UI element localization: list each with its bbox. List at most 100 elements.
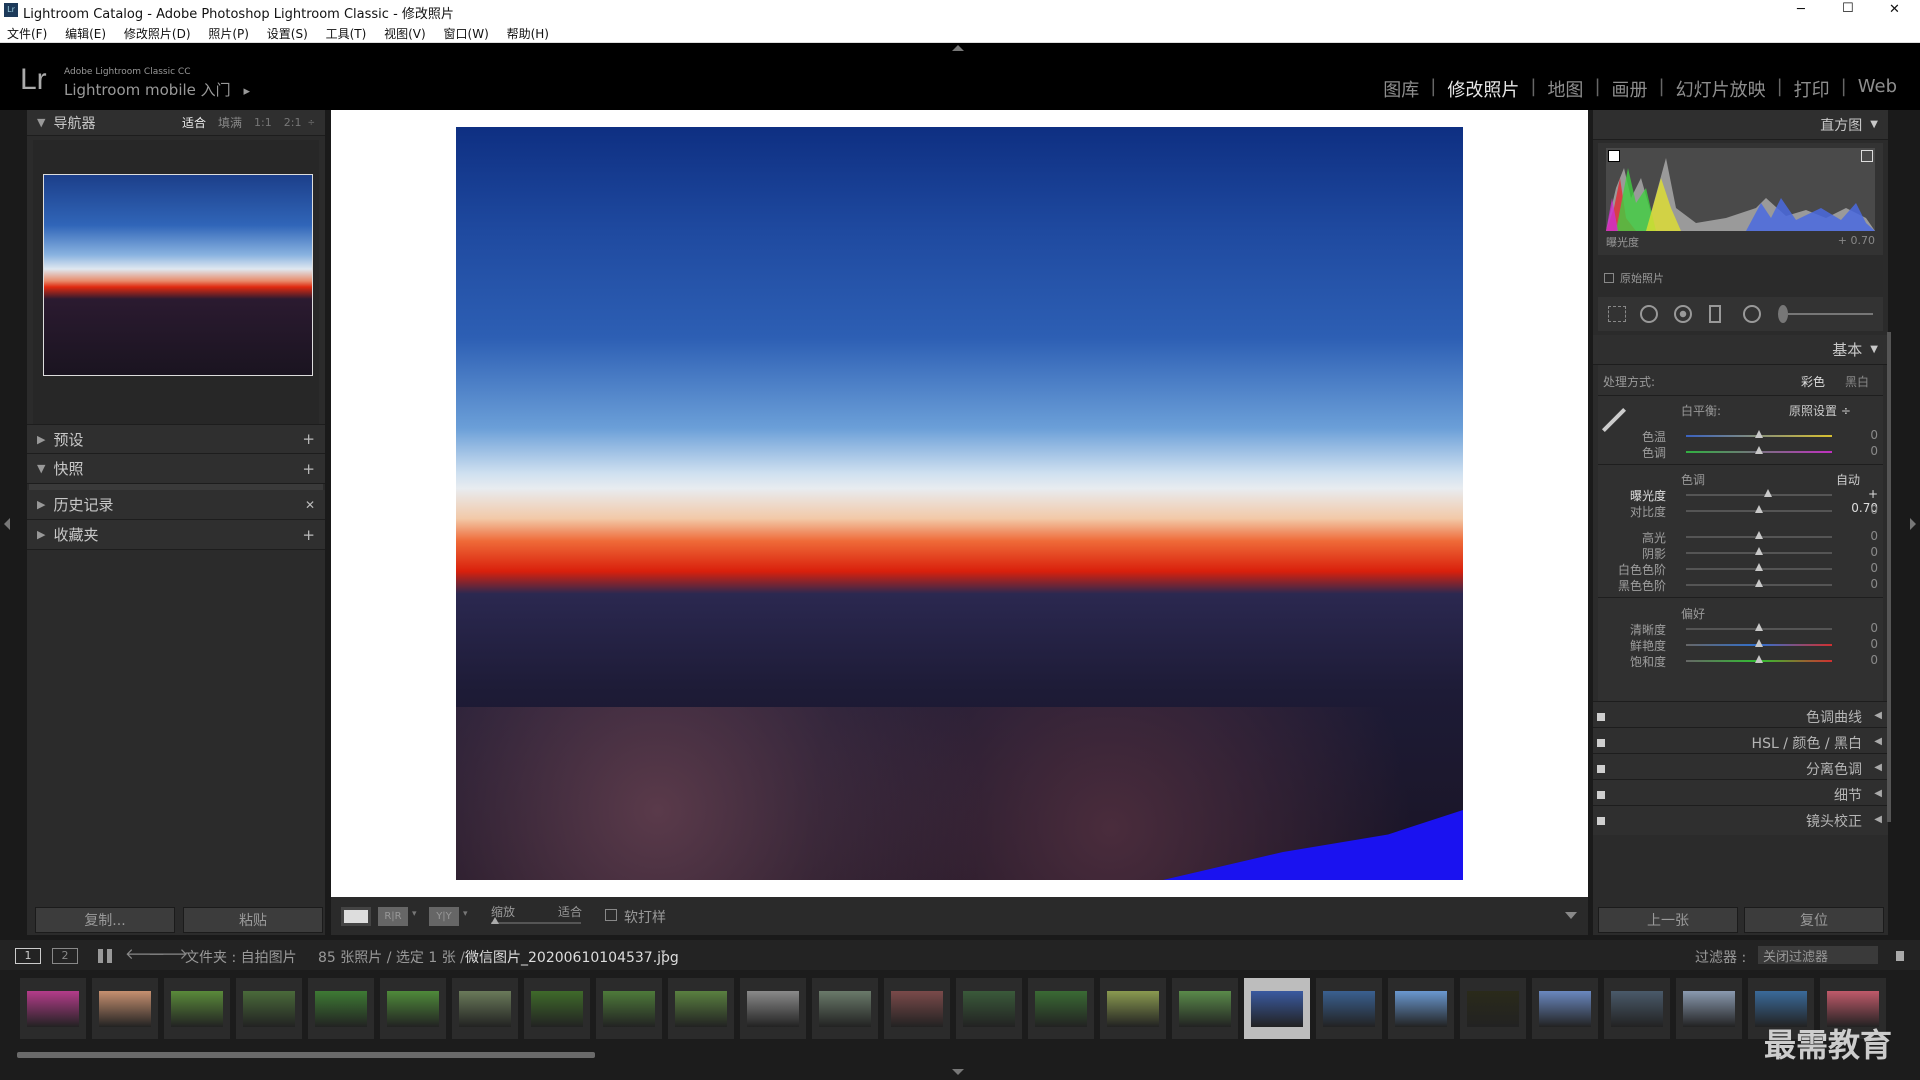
- red-eye-tool-icon[interactable]: [1674, 305, 1692, 323]
- menu-develop[interactable]: 修改照片(D): [124, 27, 191, 41]
- slider-saturation[interactable]: 饱和度 0: [1598, 653, 1878, 669]
- right-scrollbar[interactable]: [1887, 332, 1891, 822]
- module-slideshow[interactable]: 幻灯片放映: [1665, 76, 1777, 102]
- filmstrip-thumbnail[interactable]: [524, 978, 590, 1039]
- paste-button[interactable]: 粘贴: [183, 907, 323, 933]
- slider-knob[interactable]: [1755, 639, 1763, 647]
- panel-toggle-icon[interactable]: [1597, 791, 1605, 799]
- wb-dropdown[interactable]: 原照设置 ÷: [1789, 402, 1851, 419]
- panel-toggle-icon[interactable]: [1597, 739, 1605, 747]
- close-button[interactable]: ✕: [1889, 2, 1900, 17]
- menu-view[interactable]: 视图(V): [384, 27, 426, 41]
- slider-knob[interactable]: [1755, 547, 1763, 555]
- second-window-button[interactable]: 2: [52, 948, 78, 964]
- right-panel-toggle-icon[interactable]: [1910, 518, 1916, 530]
- slider-vibrance[interactable]: 鲜艳度 0: [1598, 637, 1878, 653]
- slider-knob[interactable]: [1755, 446, 1763, 454]
- filmstrip-scrollbar[interactable]: [17, 1052, 595, 1058]
- add-collection-icon[interactable]: +: [302, 526, 315, 544]
- module-library[interactable]: 图库: [1372, 76, 1430, 102]
- filmstrip-thumbnail[interactable]: [20, 978, 86, 1039]
- filmstrip-thumbnail[interactable]: [1676, 978, 1742, 1039]
- filmstrip-thumbnail[interactable]: [956, 978, 1022, 1039]
- before-after-menu-icon[interactable]: ▾: [412, 909, 417, 919]
- current-filename[interactable]: 微信图片_20200610104537.jpg: [465, 947, 679, 967]
- module-web[interactable]: Web: [1847, 76, 1908, 102]
- histogram-header[interactable]: 直方图 ▼: [1593, 110, 1888, 140]
- filename-dropdown-icon[interactable]: ▾: [661, 948, 666, 958]
- zoom-slider-knob[interactable]: [491, 917, 499, 924]
- filter-lock-icon[interactable]: [1896, 951, 1904, 961]
- menu-edit[interactable]: 编辑(E): [65, 27, 106, 41]
- minimize-button[interactable]: ─: [1797, 2, 1805, 17]
- slider-clarity[interactable]: 清晰度 0: [1598, 621, 1878, 637]
- treatment-color-option[interactable]: 彩色: [1801, 373, 1825, 390]
- menu-help[interactable]: 帮助(H): [507, 27, 549, 41]
- before-after-tb-icon[interactable]: Y|Y: [429, 907, 459, 926]
- filmstrip-thumbnail[interactable]: [1028, 978, 1094, 1039]
- menu-photo[interactable]: 照片(P): [208, 27, 249, 41]
- histogram-area[interactable]: 曝光度 + 0.70: [1598, 143, 1883, 255]
- clear-history-icon[interactable]: ✕: [305, 498, 315, 512]
- main-photo[interactable]: [456, 127, 1463, 880]
- highlight-clipping-icon[interactable]: [1861, 150, 1873, 162]
- panel-toggle-icon[interactable]: [1597, 817, 1605, 825]
- loupe-view-icon[interactable]: [341, 907, 371, 926]
- add-snapshot-icon[interactable]: +: [302, 460, 315, 478]
- filmstrip-thumbnail[interactable]: [668, 978, 734, 1039]
- filmstrip-thumbnail[interactable]: [308, 978, 374, 1039]
- slider-track[interactable]: [1686, 494, 1832, 496]
- filmstrip-thumbnail[interactable]: [236, 978, 302, 1039]
- slider-whites[interactable]: 白色色阶 0: [1598, 561, 1878, 577]
- filmstrip-thumbnail[interactable]: [740, 978, 806, 1039]
- slider-knob[interactable]: [1755, 623, 1763, 631]
- brush-slider-track[interactable]: [1788, 313, 1873, 315]
- slider-knob[interactable]: [1755, 531, 1763, 539]
- filmstrip-thumbnail[interactable]: [596, 978, 662, 1039]
- shadow-clipping-icon[interactable]: [1608, 150, 1620, 162]
- add-preset-icon[interactable]: +: [302, 430, 315, 448]
- maximize-button[interactable]: ☐: [1842, 1, 1854, 16]
- panel-toggle-icon[interactable]: [1597, 765, 1605, 773]
- navigator-thumbnail[interactable]: [43, 174, 313, 376]
- lightroom-mobile-link[interactable]: Lightroom mobile 入门 ▸: [64, 79, 250, 100]
- slider-tint[interactable]: 色调 0: [1598, 444, 1878, 460]
- slider-contrast[interactable]: 对比度 0: [1598, 503, 1878, 519]
- histogram-graph[interactable]: [1606, 148, 1875, 231]
- crop-tool-icon[interactable]: [1608, 306, 1626, 322]
- grid-view-icon[interactable]: [98, 949, 112, 963]
- main-window-button[interactable]: 1: [15, 948, 41, 964]
- adjustment-brush-icon[interactable]: [1778, 305, 1788, 323]
- slider-knob[interactable]: [1755, 579, 1763, 587]
- slider-knob[interactable]: [1755, 655, 1763, 663]
- bottom-panel-toggle-icon[interactable]: [952, 1069, 964, 1075]
- left-panel-toggle-icon[interactable]: [4, 518, 10, 530]
- menu-settings[interactable]: 设置(S): [267, 27, 308, 41]
- filmstrip-thumbnail[interactable]: [1316, 978, 1382, 1039]
- menu-tools[interactable]: 工具(T): [326, 27, 367, 41]
- navigator-preview-area[interactable]: [33, 140, 319, 424]
- previous-button[interactable]: 上一张: [1598, 907, 1738, 933]
- before-after-tb-menu-icon[interactable]: ▾: [463, 909, 468, 919]
- auto-tone-button[interactable]: 自动: [1836, 471, 1860, 488]
- slider-knob[interactable]: [1755, 430, 1763, 438]
- module-develop[interactable]: 修改照片: [1436, 76, 1530, 102]
- treatment-bw-option[interactable]: 黑白: [1845, 373, 1869, 390]
- menu-file[interactable]: 文件(F): [7, 27, 47, 41]
- history-header[interactable]: ▶ 历史记录 ✕: [27, 490, 325, 520]
- zoom-fill[interactable]: 填满: [218, 114, 242, 131]
- module-book[interactable]: 画册: [1601, 76, 1659, 102]
- source-label[interactable]: 文件夹 : 自拍图片: [185, 947, 297, 967]
- spot-removal-tool-icon[interactable]: [1640, 305, 1658, 323]
- before-after-lr-icon[interactable]: R|R: [378, 907, 408, 926]
- filmstrip-thumbnail[interactable]: [380, 978, 446, 1039]
- softproof-checkbox[interactable]: [605, 909, 617, 921]
- copy-button[interactable]: 复制...: [35, 907, 175, 933]
- radial-filter-icon[interactable]: [1743, 305, 1761, 323]
- reset-button[interactable]: 复位: [1744, 907, 1884, 933]
- filmstrip-thumbnail[interactable]: [884, 978, 950, 1039]
- toolbar-menu-icon[interactable]: [1565, 912, 1577, 919]
- image-canvas[interactable]: [331, 110, 1588, 897]
- snapshots-header[interactable]: ▼ 快照 +: [27, 454, 325, 484]
- collections-header[interactable]: ▶ 收藏夹 +: [27, 520, 325, 550]
